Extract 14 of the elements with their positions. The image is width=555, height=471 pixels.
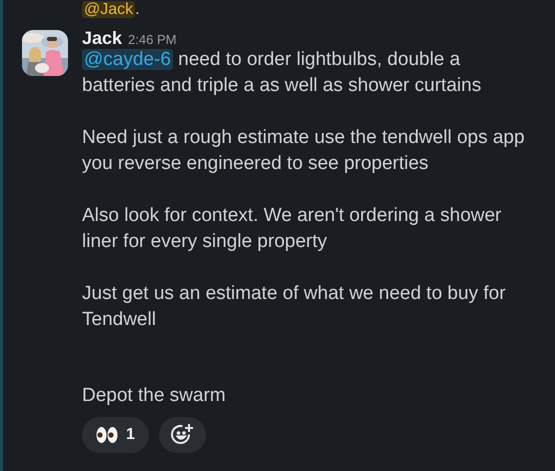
timestamp[interactable]: 2:46 PM bbox=[128, 32, 176, 47]
reaction-button[interactable]: 1 bbox=[82, 417, 149, 453]
mention-link[interactable]: @Jack bbox=[82, 1, 136, 18]
message-text: @Jack. bbox=[81, 0, 141, 20]
author-name[interactable]: Jack bbox=[82, 28, 122, 49]
emoji-add-icon bbox=[170, 423, 194, 447]
message-text: Also look for context. We aren't ordering a shower liner for every single property bbox=[82, 204, 502, 254]
eyes-icon bbox=[96, 426, 118, 444]
message-text: Need just a rough estimate use the tendwell ops app you reverse engineered to see properties bbox=[82, 126, 526, 176]
message-text: Just get us an estimate of what we need to buy for Tendwell bbox=[82, 282, 507, 332]
message-text: Depot the swarm bbox=[82, 384, 227, 408]
mention-link[interactable]: @cayde-6 bbox=[82, 49, 173, 70]
add-reaction-button[interactable] bbox=[158, 417, 206, 453]
message-text: @cayde-6 need to order lightbulbs, double a batteries and triple a as well as shower curtains bbox=[82, 48, 482, 98]
